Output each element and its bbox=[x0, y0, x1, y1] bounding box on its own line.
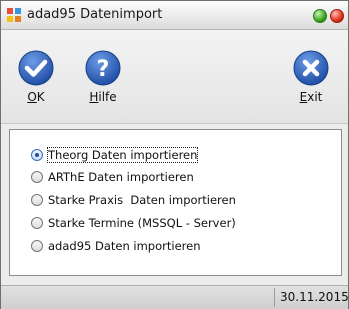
app-grid-icon bbox=[7, 8, 21, 22]
help-label-rest: ilfe bbox=[98, 90, 117, 104]
import-options-panel: Theorg Daten importieren ARThE Daten imp… bbox=[9, 129, 342, 276]
help-label: Hilfe bbox=[79, 90, 127, 104]
radio-arthe[interactable] bbox=[31, 171, 43, 183]
option-adad95-label: adad95 Daten importieren bbox=[48, 239, 201, 253]
import-window: adad95 Datenimport OK ? Hilfe Exit Theor… bbox=[0, 0, 349, 309]
option-starke-termine-label: Starke Termine (MSSQL - Server) bbox=[48, 216, 236, 230]
ok-label: OK bbox=[12, 90, 60, 104]
exit-label-rest: xit bbox=[307, 90, 323, 104]
status-bar: 30.11.2015 bbox=[1, 285, 349, 309]
x-close-icon bbox=[293, 50, 329, 86]
ok-label-mnemonic: O bbox=[27, 90, 37, 104]
radio-adad95[interactable] bbox=[31, 240, 43, 252]
svg-text:?: ? bbox=[97, 57, 110, 82]
option-arthe-label: ARThE Daten importieren bbox=[48, 170, 194, 184]
status-separator bbox=[274, 288, 275, 307]
maximize-button[interactable] bbox=[313, 9, 327, 23]
option-theorg[interactable]: Theorg Daten importieren bbox=[31, 146, 199, 164]
radio-starke-termine[interactable] bbox=[31, 217, 43, 229]
toolbar: OK ? Hilfe Exit bbox=[1, 30, 348, 123]
radio-theorg[interactable] bbox=[31, 149, 43, 161]
option-theorg-label: Theorg Daten importieren bbox=[46, 147, 199, 163]
window-title: adad95 Datenimport bbox=[27, 7, 163, 22]
exit-button[interactable]: Exit bbox=[287, 50, 335, 104]
radio-starke-praxis[interactable] bbox=[31, 194, 43, 206]
exit-label: Exit bbox=[287, 90, 335, 104]
check-icon bbox=[18, 50, 54, 86]
help-button[interactable]: ? Hilfe bbox=[79, 50, 127, 104]
status-date: 30.11.2015 bbox=[280, 290, 349, 304]
option-starke-termine[interactable]: Starke Termine (MSSQL - Server) bbox=[31, 214, 236, 232]
option-starke-praxis-label: Starke Praxis Daten importieren bbox=[48, 193, 236, 207]
option-starke-praxis[interactable]: Starke Praxis Daten importieren bbox=[31, 191, 236, 209]
close-window-button[interactable] bbox=[330, 9, 344, 23]
toolbar-divider bbox=[1, 123, 348, 124]
ok-button[interactable]: OK bbox=[12, 50, 60, 104]
ok-label-rest: K bbox=[36, 90, 45, 104]
option-arthe[interactable]: ARThE Daten importieren bbox=[31, 168, 194, 186]
question-icon: ? bbox=[85, 50, 121, 86]
title-bar[interactable]: adad95 Datenimport bbox=[1, 1, 348, 30]
option-adad95[interactable]: adad95 Daten importieren bbox=[31, 237, 201, 255]
